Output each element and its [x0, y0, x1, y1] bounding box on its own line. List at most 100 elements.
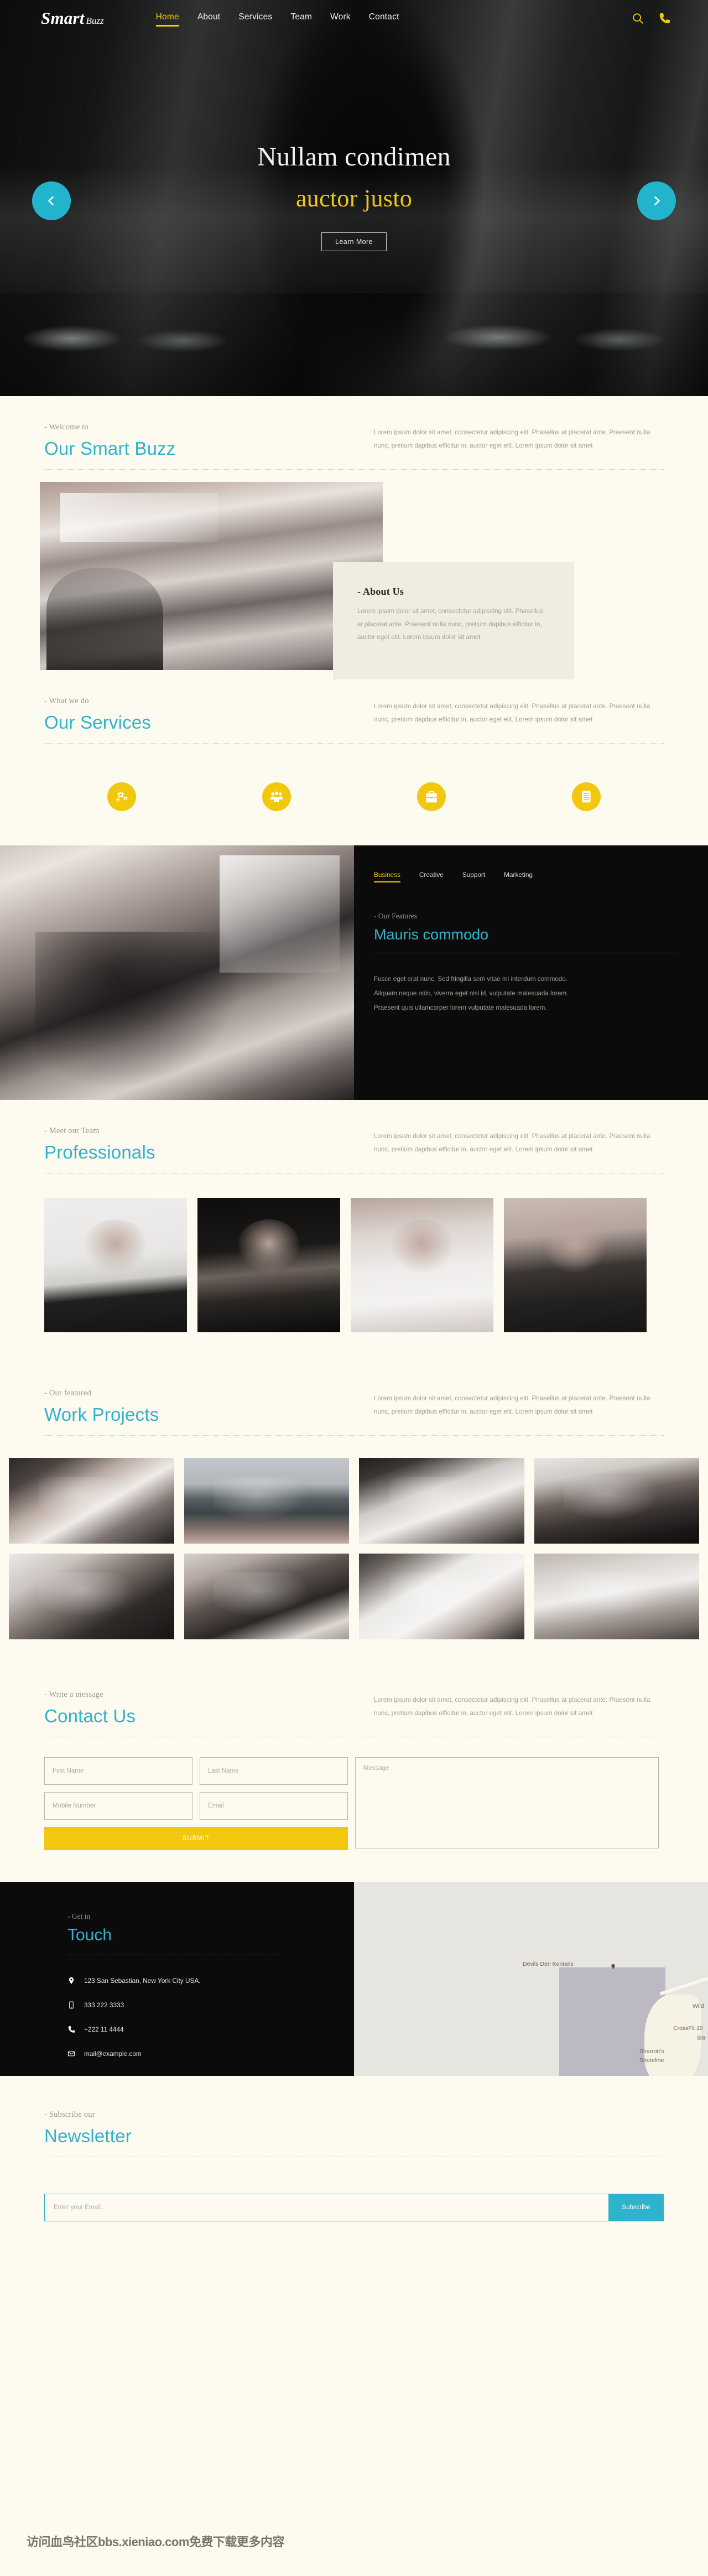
- phone-icon[interactable]: [658, 12, 670, 24]
- touch-email-row: mail@example.com: [67, 2049, 354, 2058]
- features-tab-business[interactable]: Business: [374, 871, 400, 882]
- about-card-body: Lorem ipsum dolor sit amet, consectetur …: [357, 607, 543, 641]
- contact-name-row: [44, 1757, 348, 1785]
- team-head-left: - Meet our Team Professionals: [44, 1126, 354, 1163]
- map-label-sharrotts: Sharrott's: [639, 2048, 664, 2055]
- map-marker-icon: [611, 1964, 615, 1969]
- team-member-card-2[interactable]: [197, 1197, 340, 1332]
- nav-actions: [632, 12, 670, 24]
- nav-item-work[interactable]: Work: [330, 12, 351, 25]
- features-panel: Business Creative Support Marketing - Ou…: [354, 845, 708, 1100]
- gears-icon: [116, 791, 128, 802]
- features-body-line2: Aliquam neque odio, viverra eget nisl id…: [374, 989, 569, 997]
- features-tab-marketing[interactable]: Marketing: [504, 871, 533, 882]
- newsletter-section-head: - Subscribe our Newsletter: [44, 2084, 664, 2147]
- last-name-input[interactable]: [199, 1757, 348, 1785]
- nav-links: Home About Services Team Work Contact: [155, 12, 399, 27]
- about-head-left: - Welcome to Our Smart Buzz: [44, 423, 354, 459]
- message-textarea[interactable]: [355, 1757, 659, 1848]
- nav-item-services[interactable]: Services: [238, 12, 272, 25]
- newsletter-email-input[interactable]: [44, 2193, 608, 2221]
- features-tab-creative[interactable]: Creative: [419, 871, 444, 882]
- work-project-4[interactable]: [534, 1457, 699, 1544]
- services-intro: Lorem ipsum dolor sit amet, consectetur …: [374, 702, 650, 723]
- work-project-7[interactable]: [359, 1553, 524, 1639]
- team-section-head: - Meet our Team Professionals Lorem ipsu…: [44, 1100, 664, 1163]
- features-tabs: Business Creative Support Marketing: [374, 871, 677, 882]
- work-head-left: - Our featured Work Projects: [44, 1389, 354, 1425]
- work-project-5[interactable]: [9, 1553, 174, 1639]
- team-member-card-1[interactable]: [44, 1197, 187, 1332]
- email-input[interactable]: [199, 1791, 348, 1820]
- contact-intro: Lorem ipsum dolor sit amet, consectetur …: [374, 1696, 650, 1717]
- features-title: Mauris commodo: [374, 926, 489, 943]
- carousel-next-button[interactable]: [637, 181, 676, 220]
- team-member-card-3[interactable]: [351, 1197, 493, 1332]
- main-navbar: Smart Buzz Home About Services Team Work …: [0, 0, 708, 37]
- newsletter-head-right: [354, 2110, 664, 2147]
- hero-title-line2: auctor justo: [295, 185, 413, 212]
- work-project-6[interactable]: [184, 1553, 349, 1639]
- contact-title: Contact Us: [44, 1705, 136, 1726]
- phone-handset-icon: [68, 2026, 75, 2033]
- contact-form-right: [355, 1757, 659, 1851]
- about-title: Our Smart Buzz: [44, 438, 176, 459]
- about-card: - About Us Lorem ipsum dolor sit amet, c…: [333, 562, 574, 679]
- nav-item-about[interactable]: About: [197, 12, 221, 25]
- service-icon-button-2[interactable]: [262, 782, 291, 811]
- features-kicker: - Our Features: [374, 911, 417, 920]
- work-projects-grid: [9, 1436, 699, 1639]
- mobile-number-input[interactable]: [44, 1791, 192, 1820]
- search-icon[interactable]: [632, 12, 644, 24]
- contact-kicker: - Write a message: [44, 1690, 103, 1699]
- work-grid-wrapper: [0, 1436, 708, 1639]
- learn-more-button[interactable]: Learn More: [321, 232, 387, 251]
- subscribe-button[interactable]: Subscribe: [608, 2193, 664, 2221]
- features-body: Fusce eget erat nunc. Sed fringilla sem …: [374, 972, 677, 1015]
- nav-item-contact[interactable]: Contact: [369, 12, 399, 25]
- team-intro: Lorem ipsum dolor sit amet, consectetur …: [374, 1132, 650, 1153]
- brand-logo[interactable]: Smart Buzz: [41, 8, 104, 28]
- nav-item-team[interactable]: Team: [290, 12, 312, 25]
- chevron-left-icon: [48, 196, 54, 206]
- service-icon-button-1[interactable]: [107, 782, 136, 811]
- features-tab-support[interactable]: Support: [462, 871, 485, 882]
- carousel-prev-button[interactable]: [32, 181, 71, 220]
- first-name-input[interactable]: [44, 1757, 192, 1785]
- service-item-3: [354, 782, 509, 811]
- map-label-wild: Wild: [693, 2002, 704, 2009]
- work-section: - Our featured Work Projects Lorem ipsum…: [0, 1362, 708, 1436]
- map-road: [660, 1966, 708, 1996]
- submit-button[interactable]: SUBMIT: [44, 1826, 348, 1850]
- contact-contact-row: [44, 1791, 348, 1820]
- about-card-title: - About Us: [357, 585, 404, 597]
- work-project-2[interactable]: [184, 1457, 349, 1544]
- service-item-4: [509, 782, 664, 811]
- briefcase-icon: [426, 791, 437, 803]
- work-title: Work Projects: [44, 1404, 159, 1425]
- service-icon-button-4[interactable]: [572, 782, 601, 811]
- nav-item-home[interactable]: Home: [155, 12, 179, 27]
- work-project-8[interactable]: [534, 1553, 699, 1639]
- team-kicker: - Meet our Team: [44, 1126, 100, 1135]
- work-section-head: - Our featured Work Projects Lorem ipsum…: [44, 1362, 664, 1425]
- touch-address-text: 123 San Sebastian, New York City USA.: [84, 1976, 201, 1985]
- work-project-1[interactable]: [9, 1457, 174, 1544]
- team-member-card-4[interactable]: [504, 1197, 647, 1332]
- work-project-3[interactable]: [359, 1457, 524, 1544]
- about-kicker: - Welcome to: [44, 423, 88, 432]
- contact-form-left: SUBMIT: [44, 1757, 348, 1851]
- services-section-head: - What we do Our Services Lorem ipsum do…: [44, 670, 664, 733]
- contact-section: - Write a message Contact Us Lorem ipsum…: [0, 1639, 708, 1882]
- services-section: - What we do Our Services Lorem ipsum do…: [0, 670, 708, 845]
- touch-address-row: 123 San Sebastian, New York City USA.: [67, 1976, 354, 1985]
- team-section: - Meet our Team Professionals Lorem ipsu…: [0, 1100, 708, 1362]
- about-content: - About Us Lorem ipsum dolor sit amet, c…: [0, 481, 708, 679]
- map-label-shoreline: Shoreline: [639, 2056, 664, 2064]
- service-icon-button-3[interactable]: [417, 782, 446, 811]
- services-head-left: - What we do Our Services: [44, 697, 354, 733]
- location-map[interactable]: Devils Den Kennels Wild CrossFit 10 健身 S…: [354, 1882, 708, 2076]
- touch-title: Touch: [67, 1925, 112, 1944]
- map-label-crossfit-cn: 健身: [697, 2035, 706, 2040]
- team-members-row: [44, 1173, 664, 1362]
